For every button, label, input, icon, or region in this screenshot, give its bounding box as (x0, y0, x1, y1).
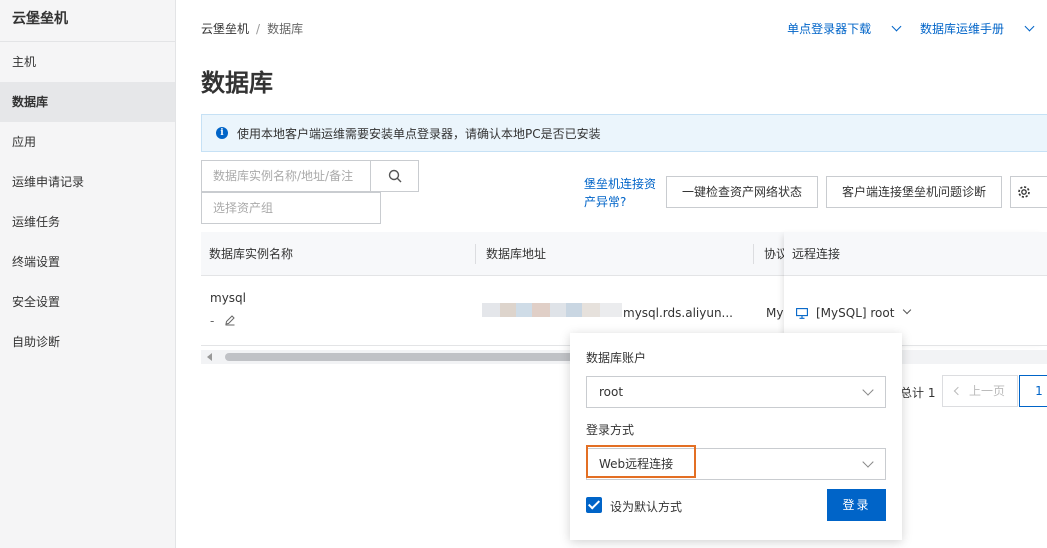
sidebar-brand: 云堡垒机 (0, 0, 175, 42)
chevron-down-icon (862, 384, 874, 396)
column-header-name: 数据库实例名称 (209, 247, 294, 261)
gear-icon (1018, 186, 1030, 198)
sidebar: 云堡垒机 主机 数据库 应用 运维申请记录 运维任务 终端设置 安全设置 自助诊… (0, 0, 176, 548)
remote-connect-label: [MySQL] root (816, 306, 895, 320)
redacted-block (566, 303, 582, 317)
search-icon (388, 169, 401, 183)
chevron-down-icon (891, 21, 902, 32)
default-method-label[interactable]: 设为默认方式 (610, 498, 682, 515)
chevron-left-icon (953, 386, 963, 396)
sidebar-item-application[interactable]: 应用 (0, 122, 175, 162)
top-links: 单点登录器下载 数据库运维手册 (787, 20, 1047, 37)
default-method-checkbox[interactable] (586, 497, 602, 513)
breadcrumb: 云堡垒机 / 数据库 (201, 20, 303, 37)
column-divider (475, 244, 476, 264)
account-label: 数据库账户 (586, 351, 647, 365)
connection-issue-link[interactable]: 堡垒机连接资产异常? (584, 175, 660, 211)
sso-download-link[interactable]: 单点登录器下载 (787, 21, 902, 36)
client-diagnosis-button[interactable]: 客户端连接堡垒机问题诊断 (826, 176, 1002, 208)
account-select-value: root (599, 385, 624, 399)
db-manual-link[interactable]: 数据库运维手册 (919, 21, 1035, 36)
pagination-page[interactable]: 1 (1019, 375, 1047, 407)
edit-icon[interactable] (224, 314, 236, 326)
sidebar-item-host[interactable]: 主机 (0, 42, 175, 82)
chevron-down-icon (903, 305, 912, 315)
remote-connect-column: 远程连接 [MySQL] root (784, 232, 1047, 346)
check-network-button[interactable]: 一键检查资产网络状态 (666, 176, 818, 208)
redacted-block (516, 303, 532, 317)
redacted-block (600, 303, 622, 317)
chevron-down-icon (862, 456, 874, 468)
chevron-down-icon (1024, 21, 1035, 32)
sidebar-item-ops-requests[interactable]: 运维申请记录 (0, 162, 175, 202)
redacted-block (582, 303, 600, 317)
settings-button[interactable] (1010, 176, 1047, 208)
login-button[interactable]: 登录 (827, 489, 886, 521)
db-manual-label: 数据库运维手册 (919, 22, 1004, 36)
sso-download-label: 单点登录器下载 (787, 22, 872, 36)
page-title: 数据库 (201, 69, 273, 97)
column-header-protocol: 协议 (764, 247, 784, 261)
login-method-label: 登录方式 (586, 423, 635, 437)
remote-connect-popover: 数据库账户 root 登录方式 Web远程连接 设为默认方式 登录 (570, 333, 902, 540)
scroll-thumb[interactable] (225, 353, 585, 361)
scroll-left-icon[interactable] (207, 353, 212, 361)
monitor-icon (796, 307, 808, 319)
instance-remark: - (210, 314, 215, 328)
sidebar-item-self-diagnosis[interactable]: 自助诊断 (0, 322, 175, 362)
redacted-block (500, 303, 516, 317)
instance-address: mysql.rds.aliyun... (623, 306, 733, 320)
highlight-box (586, 445, 696, 478)
column-divider (753, 244, 754, 264)
instance-protocol: MyS (766, 306, 786, 320)
info-icon: i (216, 127, 228, 139)
asset-group-select[interactable]: 选择资产组 (201, 192, 381, 224)
sidebar-item-database[interactable]: 数据库 (0, 82, 175, 122)
pagination-prev-label: 上一页 (968, 384, 1005, 398)
column-header-address: 数据库地址 (486, 247, 547, 261)
pagination-total: 总计 1 (900, 386, 936, 400)
instance-name: mysql (210, 291, 246, 305)
remote-connect-trigger[interactable]: [MySQL] root (796, 305, 912, 320)
sidebar-item-ops-tasks[interactable]: 运维任务 (0, 202, 175, 242)
search-button[interactable] (370, 160, 419, 192)
notice-banner: i 使用本地客户端运维需要安装单点登录器，请确认本地PC是否已安装 (201, 114, 1047, 152)
redacted-block (532, 303, 550, 317)
redacted-block (550, 303, 566, 317)
account-select[interactable]: root (586, 376, 886, 408)
breadcrumb-root[interactable]: 云堡垒机 (201, 22, 249, 36)
column-header-remote: 远程连接 (792, 247, 841, 261)
pagination-prev[interactable]: 上一页 (942, 375, 1018, 407)
notice-text: 使用本地客户端运维需要安装单点登录器，请确认本地PC是否已安装 (237, 126, 601, 141)
sidebar-item-terminal-settings[interactable]: 终端设置 (0, 242, 175, 282)
redacted-block (482, 303, 500, 317)
breadcrumb-separator: / (256, 22, 261, 36)
breadcrumb-current: 数据库 (267, 22, 304, 36)
search-input[interactable]: 数据库实例名称/地址/备注 (201, 160, 371, 192)
sidebar-item-security-settings[interactable]: 安全设置 (0, 282, 175, 322)
